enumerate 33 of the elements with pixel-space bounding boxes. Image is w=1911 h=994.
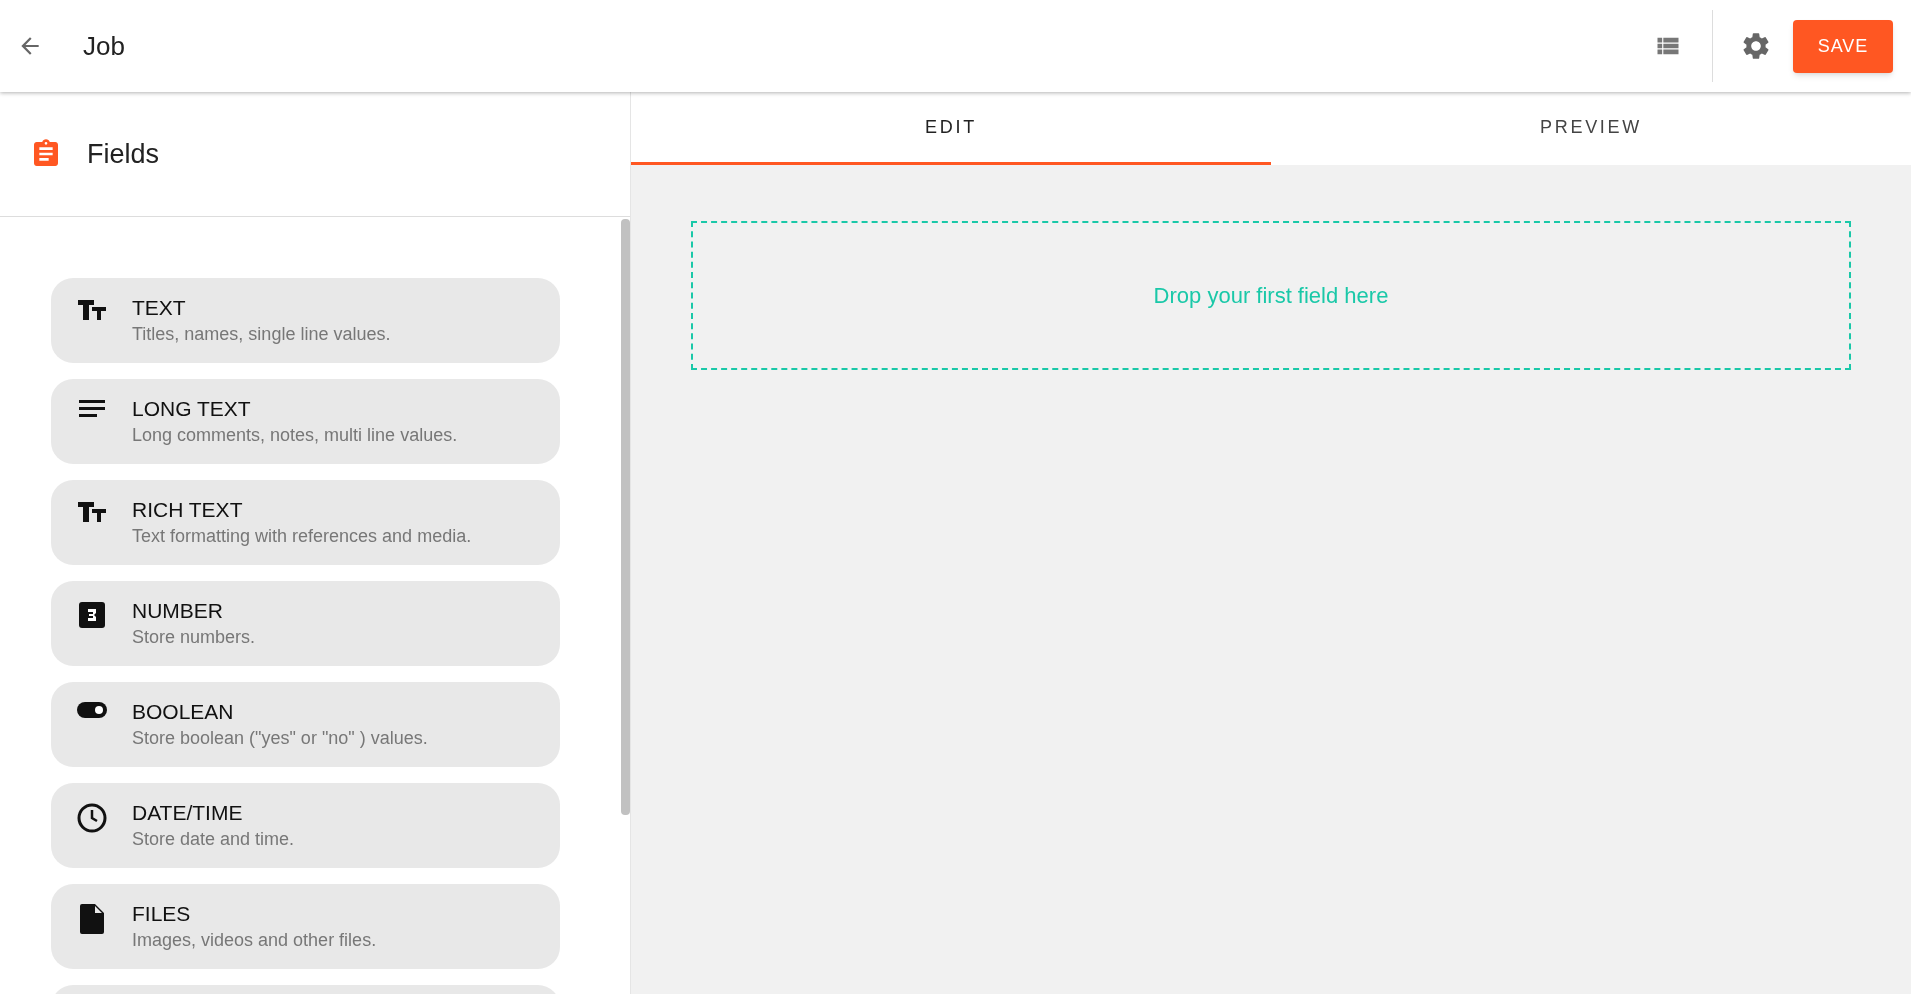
text-size-icon — [76, 500, 107, 524]
clock-icon — [76, 803, 107, 833]
drop-zone-text: Drop your first field here — [1153, 282, 1389, 310]
field-type-description: Titles, names, single line values. — [132, 323, 391, 346]
field-type-card[interactable]: LONG TEXT Long comments, notes, multi line values. — [51, 379, 560, 464]
tab[interactable]: EDIT — [631, 92, 1271, 165]
field-type-description: Store numbers. — [132, 626, 256, 649]
field-type-label: LONG TEXT — [132, 396, 252, 422]
field-type-label: TEXT — [132, 295, 187, 321]
field-type-label: DATE/TIME — [132, 800, 244, 826]
field-type-description: Images, videos and other files. — [132, 929, 377, 952]
field-type-card[interactable]: TEXT Titles, names, single line values. — [51, 278, 560, 363]
field-type-label: FILES — [132, 901, 192, 927]
field-type-label: BOOLEAN — [132, 699, 235, 725]
panel-title: Fields — [87, 137, 160, 171]
text-size-icon — [76, 298, 107, 322]
document-icon — [79, 904, 104, 934]
field-type-description: Long comments, notes, multi line values. — [132, 424, 458, 447]
field-type-description: Text formatting with references and media. — [132, 525, 472, 548]
field-type-card[interactable]: FILES Images, videos and other files. — [51, 884, 560, 969]
field-type-description: Store boolean ("yes" or "no" ) values. — [132, 727, 428, 750]
field-type-card[interactable]: NUMBER Store numbers. — [51, 581, 560, 666]
field-type-card[interactable]: DATE/TIME Store date and time. — [51, 783, 560, 868]
page-title: Job — [83, 29, 125, 63]
tab[interactable]: PREVIEW — [1271, 92, 1911, 165]
lines-icon — [77, 399, 106, 419]
field-type-description: Store date and time. — [132, 828, 295, 851]
toggle-icon — [76, 702, 107, 718]
field-type-card[interactable]: BOOLEAN Store boolean ("yes" or "no" ) values. — [51, 682, 560, 767]
field-type-label: NUMBER — [132, 598, 224, 624]
field-type-card[interactable]: RICH TEXT Text formatting with references and media. — [51, 480, 560, 565]
number-three-icon — [77, 601, 106, 629]
field-type-label: RICH TEXT — [132, 497, 244, 523]
